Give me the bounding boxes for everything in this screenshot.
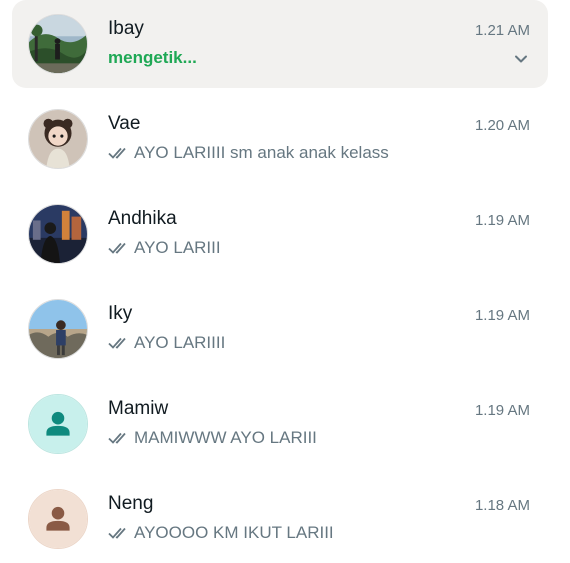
chat-row-neng[interactable]: Neng 1.18 AM AYOOOO KM IKUT LARIII (12, 475, 548, 563)
message-preview-line: AYO LARIIII (108, 333, 508, 353)
avatar[interactable] (28, 394, 88, 454)
message-preview: MAMIWWW AYO LARIII (134, 428, 317, 447)
message-time: 1.20 AM (474, 117, 530, 134)
avatar-photo (29, 15, 87, 73)
chat-row-iky[interactable]: Iky 1.19 AM AYO LARIIII (12, 285, 548, 373)
avatar[interactable] (28, 299, 88, 359)
message-preview: AYO LARIIII sm anak anak kelass (134, 143, 389, 162)
contact-name: Vae (108, 113, 141, 134)
avatar-photo (29, 300, 87, 358)
double-check-icon (108, 147, 126, 159)
avatar[interactable] (28, 204, 88, 264)
contact-name: Iky (108, 303, 133, 324)
message-preview-line: AYO LARIII (108, 238, 508, 258)
chevron-down-icon[interactable] (512, 50, 530, 68)
double-check-icon (108, 242, 126, 254)
message-time: 1.18 AM (474, 497, 530, 514)
message-time: 1.21 AM (474, 22, 530, 39)
avatar-photo (29, 110, 87, 168)
message-preview-line: MAMIWWW AYO LARIII (108, 428, 508, 448)
message-time: 1.19 AM (474, 307, 530, 324)
chat-row-andhika[interactable]: Andhika 1.19 AM AYO LARIII (12, 190, 548, 278)
double-check-icon (108, 337, 126, 349)
message-preview-line: AYO LARIIII sm anak anak kelass (108, 143, 508, 163)
avatar[interactable] (28, 14, 88, 74)
message-preview: AYOOOO KM IKUT LARIII (134, 523, 334, 542)
typing-indicator: mengetik... (108, 48, 508, 68)
default-person-icon (29, 490, 87, 548)
message-preview: mengetik... (108, 48, 197, 67)
message-time: 1.19 AM (474, 212, 530, 229)
double-check-icon (108, 432, 126, 444)
contact-name: Andhika (108, 208, 177, 229)
message-preview: AYO LARIIII (134, 333, 226, 352)
contact-name: Mamiw (108, 398, 169, 419)
message-preview-line: AYOOOO KM IKUT LARIII (108, 523, 508, 543)
chat-list: Ibay 1.21 AM mengetik... Vae 1.20 AM AYO… (0, 0, 570, 557)
message-time: 1.19 AM (474, 402, 530, 419)
message-preview: AYO LARIII (134, 238, 221, 257)
avatar-photo (29, 205, 87, 263)
chat-row-ibay[interactable]: Ibay 1.21 AM mengetik... (12, 0, 548, 88)
chat-row-vae[interactable]: Vae 1.20 AM AYO LARIIII sm anak anak kel… (12, 95, 548, 183)
chat-row-mamiw[interactable]: Mamiw 1.19 AM MAMIWWW AYO LARIII (12, 380, 548, 468)
avatar[interactable] (28, 489, 88, 549)
contact-name: Ibay (108, 18, 144, 39)
double-check-icon (108, 527, 126, 539)
default-person-icon (29, 395, 87, 453)
avatar[interactable] (28, 109, 88, 169)
contact-name: Neng (108, 493, 154, 514)
